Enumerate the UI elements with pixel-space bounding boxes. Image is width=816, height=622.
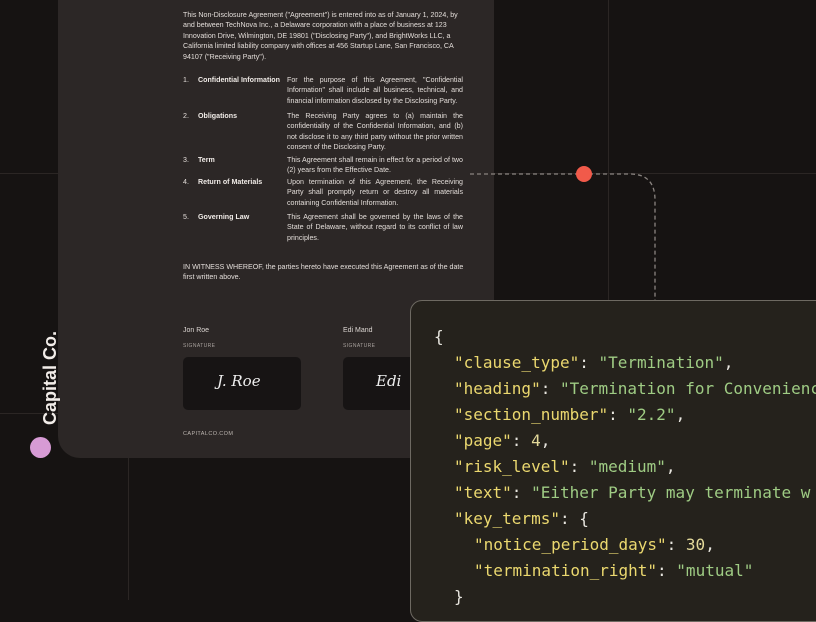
code-line: "heading": "Termination for Convenience"… bbox=[454, 379, 816, 398]
code-line: "page": 4, bbox=[454, 431, 551, 450]
code-line: "clause_type": "Termination", bbox=[454, 353, 734, 372]
json-key: "clause_type" bbox=[454, 353, 580, 372]
code-line: "text": "Either Party may terminate w bbox=[454, 483, 811, 502]
code-line: "risk_level": "medium", bbox=[454, 457, 676, 476]
json-key: "termination_right" bbox=[474, 561, 658, 580]
json-value: "Termination" bbox=[598, 353, 724, 372]
json-value: "Either Party may terminate w bbox=[531, 483, 811, 502]
json-value: 4 bbox=[531, 431, 541, 450]
code-line: { bbox=[434, 327, 444, 346]
json-key: "key_terms" bbox=[454, 509, 560, 528]
json-value: "mutual" bbox=[676, 561, 754, 580]
code-line: "key_terms": { bbox=[454, 509, 589, 528]
open-brace: { bbox=[434, 327, 444, 346]
close-brace: } bbox=[454, 587, 464, 606]
json-key: "page" bbox=[454, 431, 512, 450]
json-value: "2.2" bbox=[627, 405, 676, 424]
json-value: 30 bbox=[685, 535, 706, 554]
code-line: "section_number": "2.2", bbox=[454, 405, 686, 424]
json-key: "section_number" bbox=[454, 405, 609, 424]
json-value: { bbox=[579, 509, 589, 528]
json-code-panel: { "clause_type": "Termination", "heading… bbox=[410, 300, 816, 622]
json-key: "heading" bbox=[454, 379, 541, 398]
json-value: "Termination for Convenience" bbox=[559, 379, 816, 398]
code-line: "termination_right": "mutual" bbox=[474, 561, 754, 580]
json-value: "medium" bbox=[588, 457, 666, 476]
code-line: } bbox=[454, 587, 464, 606]
connector-dot bbox=[576, 166, 592, 182]
json-key: "risk_level" bbox=[454, 457, 570, 476]
json-key: "notice_period_days" bbox=[474, 535, 667, 554]
code-line: "notice_period_days": 30, bbox=[474, 535, 715, 554]
json-key: "text" bbox=[454, 483, 512, 502]
